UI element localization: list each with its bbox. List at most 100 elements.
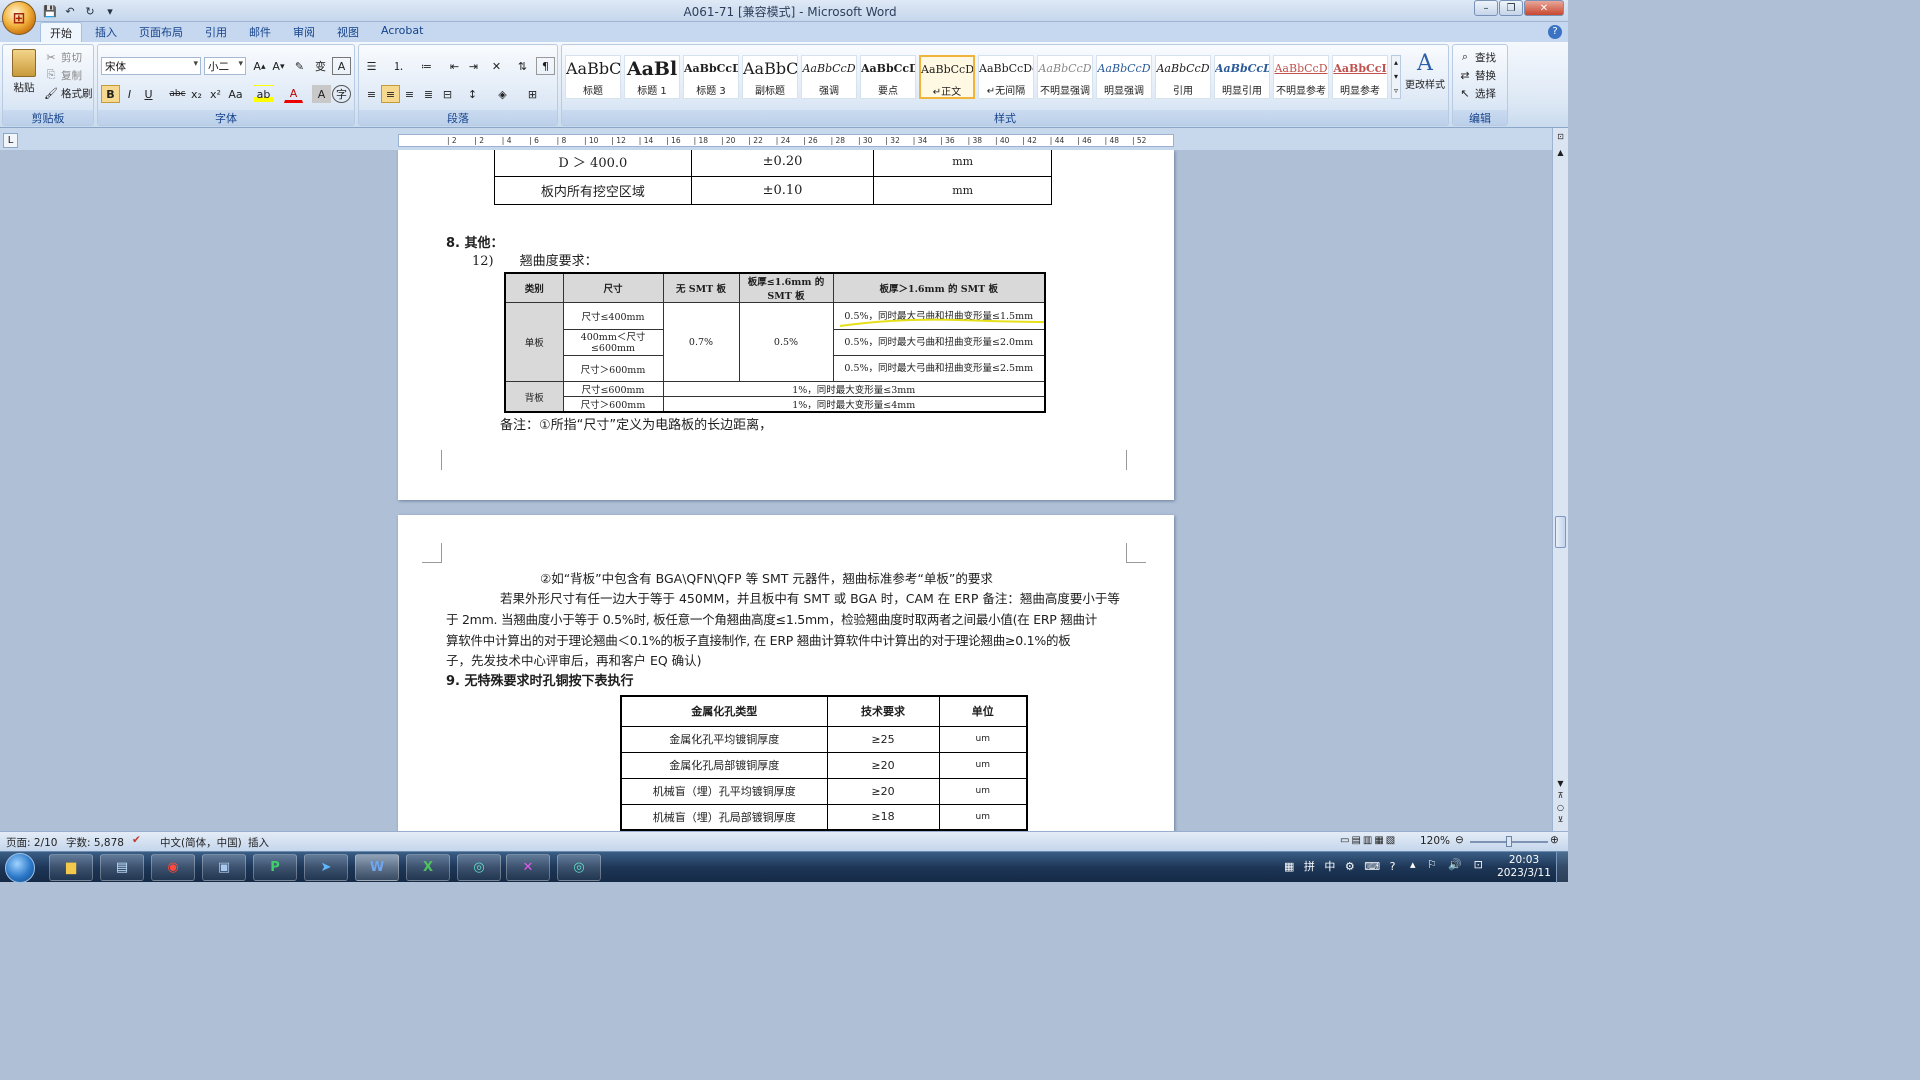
style-no-spacing[interactable]: AaBbCcDc ↵无间隔 [978,55,1034,99]
char-shading-icon[interactable]: A [312,85,331,103]
select-button[interactable]: ↖ 选择 [1457,85,1496,101]
font-color-icon[interactable]: A [284,85,303,103]
style-normal[interactable]: AaBbCcDc↵正文 [919,55,975,99]
enclose-char-icon[interactable]: 字 [332,85,351,103]
tray-icons[interactable]: ▴ ⚐ 🔊 ⊡ [1410,858,1487,871]
horizontal-ruler[interactable]: | 2 | 2 | 4 | 6 | 8 | 10 | 12 | 14 | 16 | 18 | 20 |… [398,134,1174,147]
change-styles-button[interactable]: A 更改样式 [1402,51,1448,91]
bold-icon[interactable]: B [101,85,120,103]
tab-page-layout[interactable]: 页面布局 [130,22,192,42]
zoom-in-icon[interactable]: ⊕ [1550,834,1559,846]
subscript-icon[interactable]: x₂ [187,85,206,103]
bullets-icon[interactable]: ☰ [362,57,381,75]
sort-icon[interactable]: ⇅ [513,57,532,75]
taskbar-app-eye2[interactable]: ◎ [557,854,601,881]
undo-icon[interactable]: ↶ [62,3,78,19]
distributed-icon[interactable]: ⊟ [438,85,457,103]
taskbar-app-publisher[interactable]: P [253,854,297,881]
align-center-icon[interactable]: ≡ [381,85,400,103]
page-indicator[interactable]: 页面: 2/10 [6,835,57,850]
phonetic-guide-icon[interactable]: 变 [311,57,330,75]
grow-font-icon[interactable]: A ▴ [250,57,269,75]
char-border-icon[interactable]: A [332,57,351,75]
borders-icon[interactable]: ⊞ [523,85,542,103]
zoom-slider-thumb[interactable] [1506,836,1512,847]
close-button[interactable]: ✕ [1524,0,1564,16]
copy-button[interactable]: ⎘ 复制 [43,67,82,83]
taskbar-app-arrow[interactable]: ➤ [304,854,348,881]
font-size-select[interactable]: 小二 [204,57,246,75]
multilevel-list-icon[interactable]: ≔ [417,57,436,75]
show-marks-icon[interactable]: ¶ [536,57,555,75]
save-icon[interactable]: 💾 [42,3,58,19]
show-desktop-button[interactable] [1556,852,1568,883]
ruler-toggle-icon[interactable]: ⊡ [1555,132,1566,142]
strikethrough-icon[interactable]: abc [168,85,187,103]
shading-icon[interactable]: ◈ [493,85,512,103]
word-count[interactable]: 字数: 5,878 [66,835,124,850]
taskbar-app-excel[interactable]: X [406,854,450,881]
customize-qat-icon[interactable]: ▾ [102,3,118,19]
proofing-icon[interactable]: ✔ [132,834,141,846]
scroll-up-icon[interactable]: ▲ [1555,148,1566,158]
minimize-button[interactable]: – [1474,0,1498,16]
style-strong[interactable]: AaBbCcD 要点 [860,55,916,99]
zoom-level[interactable]: 120% [1420,835,1450,847]
tab-home[interactable]: 开始 [40,22,82,42]
change-case-icon[interactable]: Aa [226,85,245,103]
scroll-thumb[interactable] [1555,516,1566,548]
zoom-out-icon[interactable]: ⊖ [1455,834,1464,846]
tab-acrobat[interactable]: Acrobat [372,22,432,42]
highlight-icon[interactable]: ab [254,85,273,103]
superscript-icon[interactable]: x² [206,85,225,103]
paste-button[interactable]: 粘贴 [9,49,39,95]
replace-button[interactable]: ⇄ 替换 [1457,67,1496,83]
tab-insert[interactable]: 插入 [86,22,126,42]
taskbar-app-cross[interactable]: ✕ [506,854,550,881]
insert-mode[interactable]: 插入 [248,835,269,850]
taskbar-app-notes[interactable]: ▤ [100,854,144,881]
styles-scroll[interactable]: ▴ ▾ ▿ [1391,55,1401,99]
style-intense-quote[interactable]: AaBbCcD 明显引用 [1214,55,1270,99]
vertical-scrollbar[interactable]: ⊡ ▲ ▼ ⊼ ○ ⊻ [1552,128,1568,831]
style-title[interactable]: AaBbC 标题 [565,55,621,99]
tab-review[interactable]: 审阅 [284,22,324,42]
decrease-indent-icon[interactable]: ⇤ [445,57,464,75]
line-spacing-icon[interactable]: ↕ [463,85,482,103]
taskbar-app-pdf[interactable]: ◉ [151,854,195,881]
view-buttons[interactable]: ▭▤▥▦▧ [1340,835,1397,846]
clear-format-icon[interactable]: ✎ [290,57,309,75]
taskbar-app-save[interactable]: ▣ [202,854,246,881]
numbering-icon[interactable]: ⒈ [389,57,408,75]
align-left-icon[interactable]: ≡ [362,85,381,103]
clock[interactable]: 20:03 2023/3/11 [1496,854,1552,880]
style-heading3[interactable]: AaBbCcD 标题 3 [683,55,739,99]
redo-icon[interactable]: ↻ [82,3,98,19]
chinese-layout-icon[interactable]: ✕ [487,57,506,75]
style-heading1[interactable]: AaBl 标题 1 [624,55,680,99]
style-quote[interactable]: AaBbCcD 引用 [1155,55,1211,99]
style-intense-reference[interactable]: AaBbCcI 明显参考 [1332,55,1388,99]
tab-view[interactable]: 视图 [328,22,368,42]
tab-references[interactable]: 引用 [196,22,236,42]
ime-toolbar[interactable]: ▦ 拼 中 ⚙ ⌨ ? [1284,858,1398,874]
language-indicator[interactable]: 中文(简体，中国) [160,835,242,850]
taskbar-app-folder[interactable]: ▆ [49,854,93,881]
tab-mailings[interactable]: 邮件 [240,22,280,42]
style-intense-emphasis[interactable]: AaBbCcD 明显强调 [1096,55,1152,99]
start-button[interactable] [5,853,35,883]
help-icon[interactable]: ? [1548,25,1562,39]
style-subtitle[interactable]: AaBbC 副标题 [742,55,798,99]
style-subtle-reference[interactable]: AaBbCcD 不明显参考 [1273,55,1329,99]
format-painter-button[interactable]: 🖌 格式刷 [43,85,92,101]
font-name-select[interactable]: 宋体 [101,57,201,75]
align-right-icon[interactable]: ≡ [400,85,419,103]
tab-selector[interactable]: L [3,133,18,148]
taskbar-app-word[interactable]: W [355,854,399,881]
maximize-button[interactable]: ❐ [1499,0,1523,16]
increase-indent-icon[interactable]: ⇥ [464,57,483,75]
browse-nav-icons[interactable]: ▼ ⊼ ○ ⊻ [1555,778,1566,826]
italic-icon[interactable]: I [120,85,139,103]
taskbar-app-eye[interactable]: ◎ [457,854,501,881]
find-button[interactable]: ⌕ 查找 [1457,49,1496,65]
